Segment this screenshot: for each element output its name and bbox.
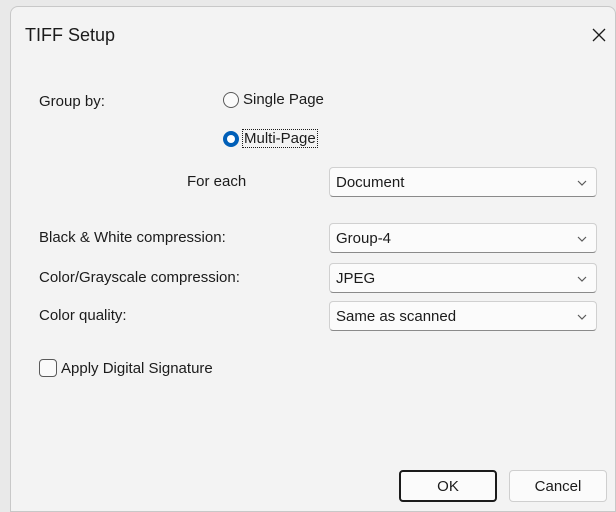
radio-single-page[interactable]: Single Page xyxy=(223,91,324,108)
checkbox-box xyxy=(39,359,57,377)
chevron-down-icon xyxy=(577,180,587,186)
chevron-down-icon xyxy=(577,276,587,282)
bw-compression-select[interactable]: Group-4 xyxy=(329,223,597,253)
ok-button[interactable]: OK xyxy=(399,470,497,502)
digital-signature-label: Apply Digital Signature xyxy=(61,359,213,377)
radio-multi-page-label: Multi-Page xyxy=(242,129,318,148)
bw-compression-value: Group-4 xyxy=(336,229,392,247)
color-quality-select[interactable]: Same as scanned xyxy=(329,301,597,331)
close-icon xyxy=(592,28,606,42)
radio-circle-unselected xyxy=(223,91,239,108)
tiff-setup-dialog: TIFF Setup Group by: Single Page Multi-P… xyxy=(10,6,616,512)
color-compression-select[interactable]: JPEG xyxy=(329,263,597,293)
bw-compression-label: Black & White compression: xyxy=(39,229,226,246)
color-compression-value: JPEG xyxy=(336,269,376,287)
radio-circle-selected xyxy=(223,130,239,147)
for-each-label: For each xyxy=(187,173,247,190)
dialog-title: TIFF Setup xyxy=(25,25,116,45)
color-quality-label: Color quality: xyxy=(39,307,127,324)
chevron-down-icon xyxy=(577,314,587,320)
for-each-select[interactable]: Document xyxy=(329,167,597,197)
digital-signature-checkbox[interactable]: Apply Digital Signature xyxy=(39,359,213,377)
chevron-down-icon xyxy=(577,236,587,242)
title-bar: TIFF Setup xyxy=(11,7,615,61)
group-by-label: Group by: xyxy=(39,93,105,110)
color-compression-label: Color/Grayscale compression: xyxy=(39,269,240,286)
close-button[interactable] xyxy=(583,19,615,51)
radio-single-page-label: Single Page xyxy=(243,91,324,108)
for-each-value: Document xyxy=(336,173,405,191)
cancel-button[interactable]: Cancel xyxy=(509,470,607,502)
radio-multi-page[interactable]: Multi-Page xyxy=(223,129,318,148)
color-quality-value: Same as scanned xyxy=(336,307,457,325)
